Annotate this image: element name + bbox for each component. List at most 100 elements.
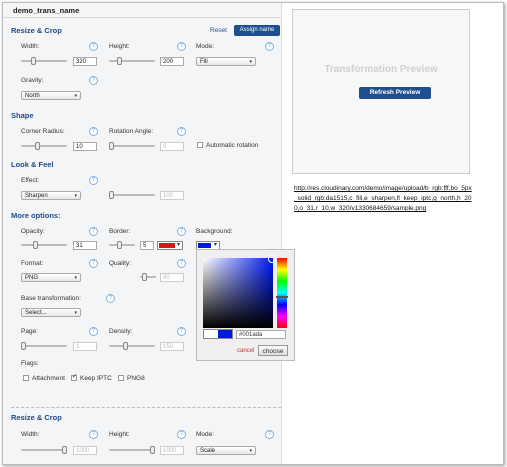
help-icon[interactable]: ? <box>89 430 98 439</box>
help-icon[interactable]: ? <box>89 127 98 136</box>
mode-label: Mode: <box>196 431 215 438</box>
help-icon[interactable]: ? <box>89 327 98 336</box>
section-look-feel: Look & Feel <box>11 160 54 169</box>
corner-radius-input[interactable]: 10 <box>73 142 97 151</box>
height-label: Height: <box>109 431 130 438</box>
mode-select[interactable]: Scale ▾ <box>196 446 256 455</box>
help-icon[interactable]: ? <box>106 294 115 303</box>
gravity-select[interactable]: North ▾ <box>21 91 81 100</box>
help-icon[interactable]: ? <box>177 227 186 236</box>
options-panel: demo_trans_name Resize & Crop Reset Assi… <box>3 3 282 464</box>
density-label: Density: <box>109 328 133 335</box>
rotation-angle-label: Rotation Angle: <box>109 128 154 135</box>
help-icon[interactable]: ? <box>89 76 98 85</box>
chevron-down-icon: ▾ <box>213 242 217 248</box>
hex-input[interactable]: #001ada <box>236 330 286 339</box>
page-label: Page: <box>21 328 38 335</box>
color-compare <box>203 329 233 339</box>
choose-button[interactable]: choose <box>258 345 288 356</box>
quality-slider[interactable] <box>140 273 156 281</box>
width-slider[interactable] <box>21 57 67 65</box>
cancel-link[interactable]: cancel <box>237 348 254 354</box>
transformation-name: demo_trans_name <box>13 6 80 15</box>
title-bar: demo_trans_name <box>3 3 281 18</box>
page-slider[interactable] <box>21 342 67 350</box>
mode-select[interactable]: Fill ▾ <box>196 57 256 66</box>
width-slider[interactable] <box>21 446 67 454</box>
png8-checkbox[interactable] <box>118 375 124 381</box>
height-slider[interactable] <box>109 57 155 65</box>
width-input[interactable]: 1000 <box>73 446 97 455</box>
section-more-options: More options: <box>11 211 61 220</box>
corner-radius-slider[interactable] <box>21 142 67 150</box>
help-icon[interactable]: ? <box>265 430 274 439</box>
help-icon[interactable]: ? <box>89 176 98 185</box>
attachment-label: Attachment <box>32 375 65 382</box>
height-input[interactable]: 1000 <box>160 446 184 455</box>
effect-label: Effect: <box>21 177 40 184</box>
background-label: Background: <box>196 228 233 235</box>
quality-label: Quality: <box>109 260 132 267</box>
automatic-rotation-checkbox[interactable] <box>197 142 203 148</box>
help-icon[interactable]: ? <box>177 327 186 336</box>
keep-iptc-checkbox[interactable] <box>71 373 77 381</box>
effect-amount-input[interactable]: 100 <box>160 191 184 200</box>
density-input[interactable]: 150 <box>160 342 184 351</box>
background-color-swatch <box>198 243 211 248</box>
opacity-input[interactable]: 31 <box>73 241 97 250</box>
assign-name-button[interactable]: Assign name <box>234 25 280 36</box>
format-label: Format: <box>21 260 44 267</box>
width-label: Width: <box>21 43 40 50</box>
format-select[interactable]: PNG ▾ <box>21 273 81 282</box>
border-width-input[interactable]: 5 <box>140 241 154 250</box>
help-icon[interactable]: ? <box>89 259 98 268</box>
transformation-url-link[interactable]: http://res.cloudinary.com/demo/image/upl… <box>294 184 474 214</box>
transformation-editor: demo_trans_name Resize & Crop Reset Assi… <box>2 2 504 465</box>
opacity-label: Opacity: <box>21 228 45 235</box>
refresh-preview-button[interactable]: Refresh Preview <box>359 87 431 99</box>
attachment-checkbox[interactable] <box>23 375 29 381</box>
help-icon[interactable]: ? <box>177 42 186 51</box>
height-slider[interactable] <box>109 446 155 454</box>
border-color-swatch <box>159 243 175 248</box>
divider <box>11 407 281 408</box>
preview-panel: Transformation Preview Refresh Preview <box>292 9 470 174</box>
corner-radius-label: Corner Radius: <box>21 128 65 135</box>
hue-marker[interactable] <box>276 296 288 298</box>
width-label: Width: <box>21 431 40 438</box>
help-icon[interactable]: ? <box>177 127 186 136</box>
help-icon[interactable]: ? <box>177 430 186 439</box>
section-shape: Shape <box>11 111 34 120</box>
effect-select[interactable]: Sharpen ▾ <box>21 191 81 200</box>
saturation-value-area[interactable] <box>203 255 276 328</box>
base-transformation-select[interactable]: Select... ▾ <box>21 308 81 317</box>
hue-slider[interactable] <box>276 258 288 328</box>
section-resize-crop-2: Resize & Crop <box>11 413 62 422</box>
effect-amount-slider[interactable] <box>109 191 155 199</box>
section-resize-crop: Resize & Crop <box>11 26 62 35</box>
help-icon[interactable]: ? <box>89 227 98 236</box>
help-icon[interactable]: ? <box>89 42 98 51</box>
help-icon[interactable]: ? <box>177 259 186 268</box>
height-input[interactable]: 200 <box>160 57 184 66</box>
mode-label: Mode: <box>196 43 215 50</box>
color-picker-popup: #001ada cancel choose <box>196 249 295 361</box>
opacity-slider[interactable] <box>21 241 67 249</box>
border-slider[interactable] <box>109 241 135 249</box>
density-slider[interactable] <box>109 342 155 350</box>
rotation-angle-input[interactable]: 0 <box>160 142 184 151</box>
gravity-label: Gravity: <box>21 77 44 84</box>
border-color-picker[interactable]: ▾ <box>157 241 183 250</box>
page-input[interactable]: 1 <box>73 342 97 351</box>
flags-label: Flags: <box>21 360 39 367</box>
base-transformation-label: Base transformation: <box>21 295 81 302</box>
reset-link[interactable]: Reset <box>210 27 227 34</box>
quality-input[interactable]: 80 <box>160 273 184 282</box>
keep-iptc-label: Keep IPTC <box>80 375 112 382</box>
help-icon[interactable]: ? <box>265 42 274 51</box>
color-cursor[interactable] <box>268 255 276 263</box>
rotation-angle-slider[interactable] <box>109 142 155 150</box>
chevron-down-icon: ▾ <box>176 242 180 248</box>
width-input[interactable]: 320 <box>73 57 97 66</box>
automatic-rotation-label: Automatic rotation <box>206 142 259 149</box>
